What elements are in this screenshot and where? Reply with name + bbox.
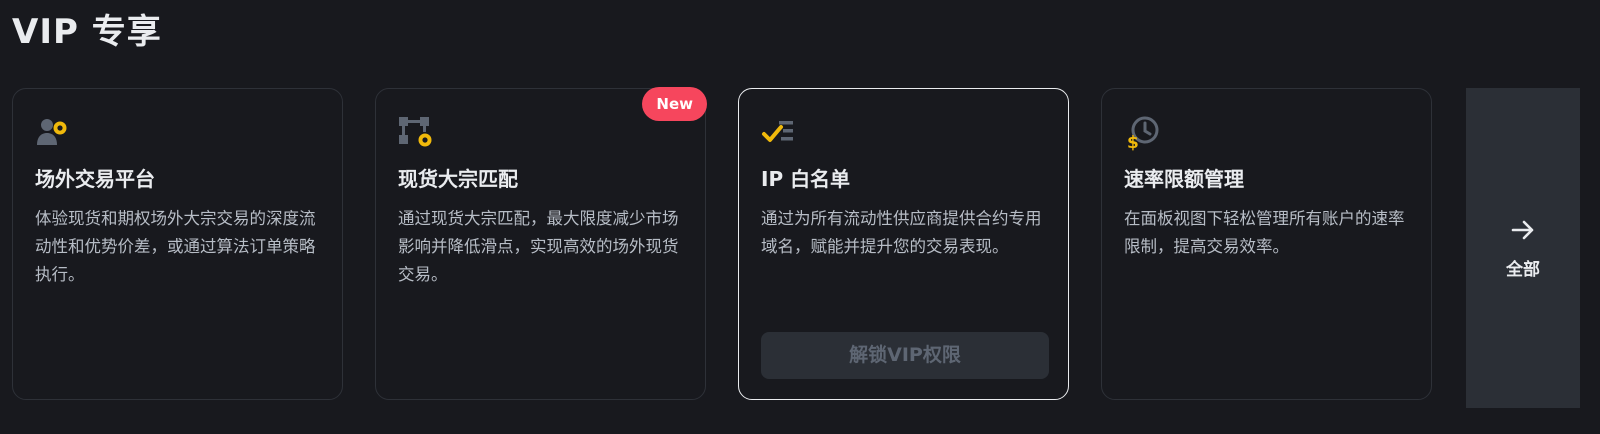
card-rate-limit-management[interactable]: $ 速率限额管理 在面板视图下轻松管理所有账户的速率限制，提高交易效率。 — [1101, 88, 1432, 400]
dollar-clock-icon: $ — [1124, 115, 1160, 153]
card-description: 通过为所有流动性供应商提供合约专用域名，赋能并提升您的交易表现。 — [761, 209, 1042, 256]
card-otc-platform[interactable]: 场外交易平台 体验现货和期权场外大宗交易的深度流动性和优势价差，或通过算法订单策… — [12, 88, 343, 400]
card-title: 现货大宗匹配 — [398, 167, 518, 191]
card-description: 体验现货和期权场外大宗交易的深度流动性和优势价差，或通过算法订单策略执行。 — [35, 209, 316, 284]
view-all-label: 全部 — [1506, 259, 1540, 279]
user-coin-icon — [35, 115, 71, 151]
card-description: 通过现货大宗匹配，最大限度减少市场影响并降低滑点，实现高效的场外现货交易。 — [398, 209, 679, 284]
unlock-vip-button[interactable]: 解锁VIP权限 — [761, 332, 1049, 379]
arrow-right-icon — [1510, 217, 1536, 243]
block-match-icon — [398, 115, 434, 151]
card-ip-whitelist[interactable]: IP 白名单 通过为所有流动性供应商提供合约专用域名，赋能并提升您的交易表现。 … — [738, 88, 1069, 400]
new-badge: New — [642, 87, 707, 121]
card-spot-block-match[interactable]: New 现货大宗匹配 通过现货大宗匹配，最大限度减少市场影响并降低滑点，实现高效… — [375, 87, 707, 400]
vip-page: VIP 专享 场外交易平台 体验现货和期权场外大宗交易的深度流动性和优势价差，或… — [0, 0, 1600, 434]
svg-text:$: $ — [1127, 133, 1139, 151]
card-description: 在面板视图下轻松管理所有账户的速率限制，提高交易效率。 — [1124, 209, 1405, 256]
view-all-button[interactable]: 全部 — [1466, 88, 1580, 408]
page-title: VIP 专享 — [12, 12, 162, 52]
card-title: 速率限额管理 — [1124, 167, 1244, 191]
checklist-icon — [761, 115, 797, 151]
card-title: 场外交易平台 — [35, 167, 155, 191]
card-title: IP 白名单 — [761, 167, 851, 191]
